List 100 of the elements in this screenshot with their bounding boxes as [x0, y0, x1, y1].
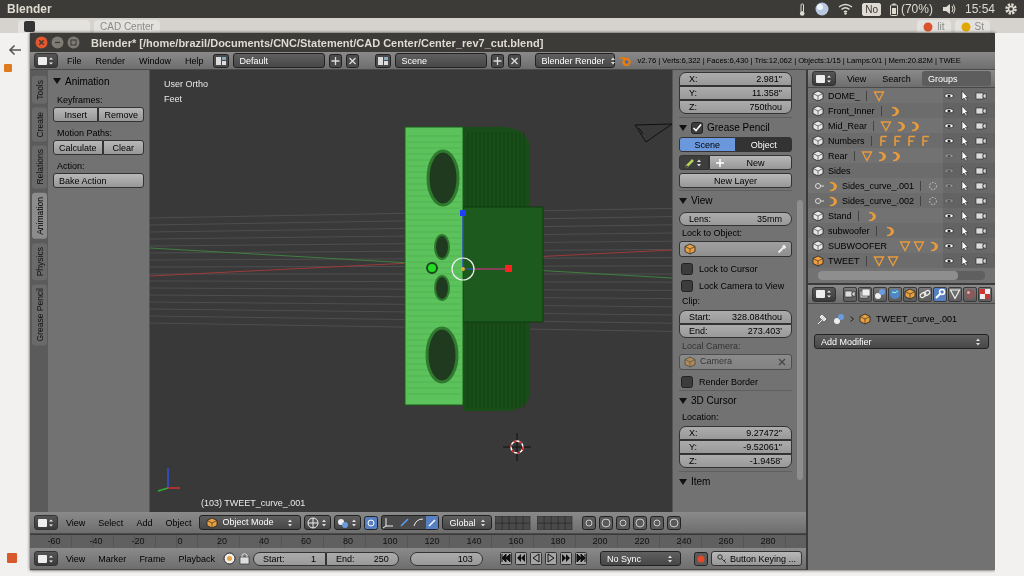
checkbox[interactable]	[681, 279, 693, 292]
transform-manipulator[interactable]	[451, 210, 512, 281]
editor-type-menu[interactable]	[34, 515, 58, 530]
remove-button[interactable]	[507, 53, 521, 68]
expand-dot-icon[interactable]	[814, 180, 824, 191]
checkbox[interactable]	[681, 262, 693, 275]
context-tab[interactable]	[888, 286, 902, 302]
context-tab[interactable]	[963, 286, 977, 302]
cursor-arrow-icon[interactable]	[959, 179, 971, 192]
manipulator-toggle[interactable]	[364, 515, 379, 530]
number-field[interactable]: Lens: 35mm	[679, 212, 792, 226]
object-name[interactable]: TWEET	[828, 255, 860, 266]
wifi-icon[interactable]	[838, 3, 854, 15]
panel-title[interactable]: View	[691, 195, 713, 206]
screen-layout-icon[interactable]	[212, 53, 229, 68]
add-modifier-dropdown[interactable]: Add Modifier	[814, 334, 989, 349]
object-name[interactable]: Sides	[828, 165, 851, 176]
number-field[interactable]: Y: -9.52061"	[679, 440, 792, 454]
disclosure-triangle-icon[interactable]	[679, 123, 687, 132]
panel-title[interactable]: Item	[691, 476, 711, 487]
transform-manipulator-buttons[interactable]	[381, 515, 440, 530]
context-tab[interactable]	[978, 286, 992, 302]
3d-cursor-icon[interactable]	[502, 432, 532, 462]
cursor-arrow-icon[interactable]	[959, 119, 971, 132]
remove-button[interactable]	[345, 53, 359, 68]
object-name[interactable]: SUBWOOFER	[828, 240, 887, 251]
end-frame-field[interactable]: End: 250	[325, 551, 399, 566]
jump-start-button[interactable]	[500, 552, 513, 565]
disclosure-triangle-icon[interactable]	[53, 77, 61, 85]
menu-item[interactable]: File	[62, 55, 87, 66]
object-name[interactable]: Rear	[828, 150, 848, 161]
screen-layout-field[interactable]: Default	[232, 53, 325, 68]
menu-item[interactable]: View	[61, 553, 91, 564]
panel-title[interactable]: 3D Cursor	[691, 395, 737, 406]
camera-field[interactable]: Camera	[679, 354, 792, 370]
browser-tab[interactable]: lit	[917, 20, 951, 33]
new-button[interactable]: New	[709, 155, 792, 170]
expand-dot-icon[interactable]	[814, 195, 824, 206]
cursor-arrow-icon[interactable]	[959, 104, 971, 117]
editor-type-menu[interactable]	[34, 551, 58, 566]
browser-tab[interactable]: CAD Center	[94, 20, 160, 33]
disclosure-triangle-icon[interactable]	[679, 196, 687, 205]
context-tab[interactable]	[903, 286, 917, 302]
object-name[interactable]: Mid_Rear	[828, 120, 867, 131]
tool-button[interactable]: Remove	[98, 107, 144, 122]
menu-item[interactable]: Render	[90, 55, 131, 66]
menu-item[interactable]: Select	[93, 517, 129, 528]
cursor-arrow-icon[interactable]	[959, 209, 971, 222]
browser-tab[interactable]	[18, 20, 90, 33]
close-button[interactable]	[35, 36, 48, 49]
context-tab[interactable]	[918, 286, 932, 302]
toggle-button[interactable]: Scene	[679, 137, 736, 152]
keyboard-layout[interactable]: No	[862, 2, 881, 16]
shading-dropdown[interactable]	[304, 515, 332, 530]
play-reverse-button[interactable]	[530, 552, 543, 565]
scene-field[interactable]: Scene	[394, 53, 487, 68]
menu-item[interactable]: View	[61, 517, 91, 528]
side-tab[interactable]: Animation	[31, 192, 47, 239]
tool-button[interactable]: Insert	[53, 107, 99, 122]
new-layer-button[interactable]: New Layer	[679, 173, 792, 188]
number-field[interactable]: X: 2.981"	[679, 72, 792, 86]
cursor-arrow-icon[interactable]	[959, 224, 971, 237]
editor-type-menu[interactable]	[34, 53, 58, 68]
number-field[interactable]: Z: -1.9458'	[679, 454, 792, 468]
settings-icon[interactable]	[1004, 2, 1018, 16]
keying-set-field[interactable]: Button Keying ...	[710, 551, 802, 566]
number-field[interactable]: Y: 11.358"	[679, 86, 792, 100]
checkbox[interactable]	[691, 121, 703, 134]
pin-icon[interactable]	[816, 313, 828, 325]
minimize-button[interactable]	[51, 36, 64, 49]
tool-button[interactable]: Clear	[102, 140, 144, 155]
object-name[interactable]: Sides_curve_.001	[842, 180, 915, 191]
object-name[interactable]: Numbers	[828, 135, 865, 146]
globe-icon[interactable]	[815, 2, 830, 16]
menu-item[interactable]: Playback	[173, 553, 220, 564]
cursor-arrow-icon[interactable]	[959, 239, 971, 252]
menu-item[interactable]: Window	[134, 55, 177, 66]
disclosure-triangle-icon[interactable]	[679, 477, 687, 486]
object-name[interactable]: subwoofer	[828, 225, 870, 236]
number-field[interactable]: End: 273.403'	[679, 324, 792, 338]
menu-item[interactable]: Frame	[134, 553, 171, 564]
checkbox[interactable]	[681, 375, 693, 388]
maximize-button[interactable]	[67, 36, 80, 49]
cursor-arrow-icon[interactable]	[959, 89, 971, 102]
panel-title[interactable]: Grease Pencil	[707, 122, 770, 133]
object-field[interactable]	[679, 241, 792, 257]
display-mode-dropdown[interactable]: Groups	[921, 71, 991, 86]
cursor-arrow-icon[interactable]	[959, 164, 971, 177]
back-arrow-icon[interactable]	[8, 44, 22, 56]
tool-button[interactable]: Bake Action	[53, 173, 144, 188]
lock-icon[interactable]	[238, 552, 250, 565]
number-field[interactable]: Start: 328.084thou	[679, 310, 792, 324]
play-button[interactable]	[545, 552, 558, 565]
object-name[interactable]: DOME_	[828, 90, 860, 101]
menu-item[interactable]: View	[842, 73, 872, 84]
panel-title[interactable]: Animation	[65, 75, 110, 87]
context-tab[interactable]	[858, 286, 872, 302]
record-button[interactable]	[693, 551, 708, 566]
cursor-arrow-icon[interactable]	[959, 194, 971, 207]
tool-button[interactable]: Calculate	[53, 140, 103, 155]
